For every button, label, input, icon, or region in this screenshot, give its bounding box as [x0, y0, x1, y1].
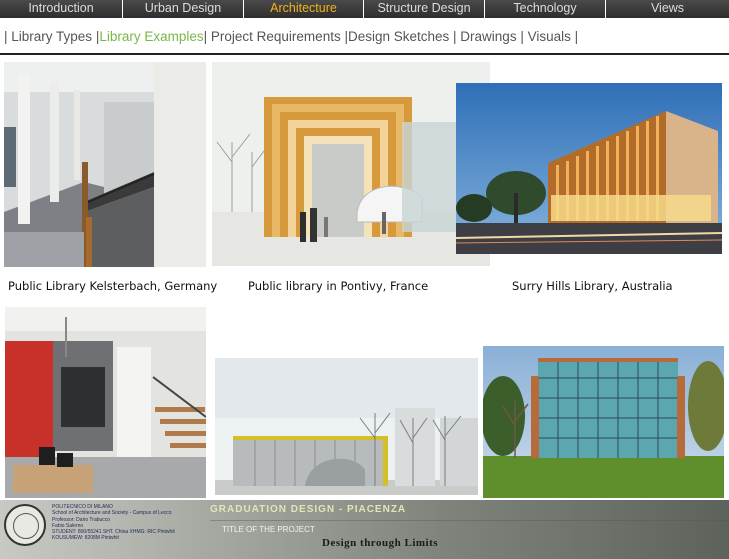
photo-pontivy-render [212, 62, 490, 266]
caption-kelsterbach: Public Library Kelsterbach, Germany [8, 279, 218, 293]
project-tagline: Design through Limits [322, 537, 439, 549]
tab-introduction[interactable]: Introduction [0, 0, 123, 18]
footer-info-line: KOUSUMEW: 8208M Pintwhit [52, 535, 119, 542]
subnav-library-types[interactable]: Library Types [11, 29, 92, 44]
tab-architecture[interactable]: Architecture [244, 0, 364, 18]
section-breadcrumb: | Library Types |Library Examples| Proje… [4, 29, 579, 44]
photo-kelsterbach-interior [4, 62, 206, 267]
photo-surry-hills-library [456, 83, 722, 254]
tab-structure-design[interactable]: Structure Design [364, 0, 485, 18]
photo-library-interior-stairs [5, 307, 206, 498]
subnav-library-examples[interactable]: Library Examples [99, 29, 203, 44]
caption-surry-hills: Surry Hills Library, Australia [512, 279, 673, 293]
footer-banner: POLITECNICO DI MILANO School of Architec… [0, 500, 729, 559]
photo-glass-library [483, 346, 724, 498]
caption-pontivy: Public library in Pontivy, France [248, 279, 429, 293]
top-navigation: Introduction Urban Design Architecture S… [0, 0, 729, 18]
tab-views[interactable]: Views [606, 0, 729, 18]
footer-divider [210, 520, 729, 521]
subnav-drawings[interactable]: Drawings [460, 29, 516, 44]
subnav-design-sketches[interactable]: Design Sketches [348, 29, 449, 44]
subnav-project-requirements[interactable]: Project Requirements [211, 29, 341, 44]
header-divider [0, 53, 729, 55]
project-title: TITLE OF THE PROJECT [222, 525, 315, 534]
university-seal-logo [4, 504, 46, 546]
tab-urban-design[interactable]: Urban Design [123, 0, 244, 18]
photo-pontivy-elevation [215, 358, 478, 495]
subnav-visuals[interactable]: Visuals [528, 29, 571, 44]
graduation-design-title: GRADUATION DESIGN - PIACENZA [210, 504, 407, 515]
tab-technology[interactable]: Technology [485, 0, 606, 18]
footer-info-block: POLITECNICO DI MILANO School of Architec… [52, 504, 200, 556]
